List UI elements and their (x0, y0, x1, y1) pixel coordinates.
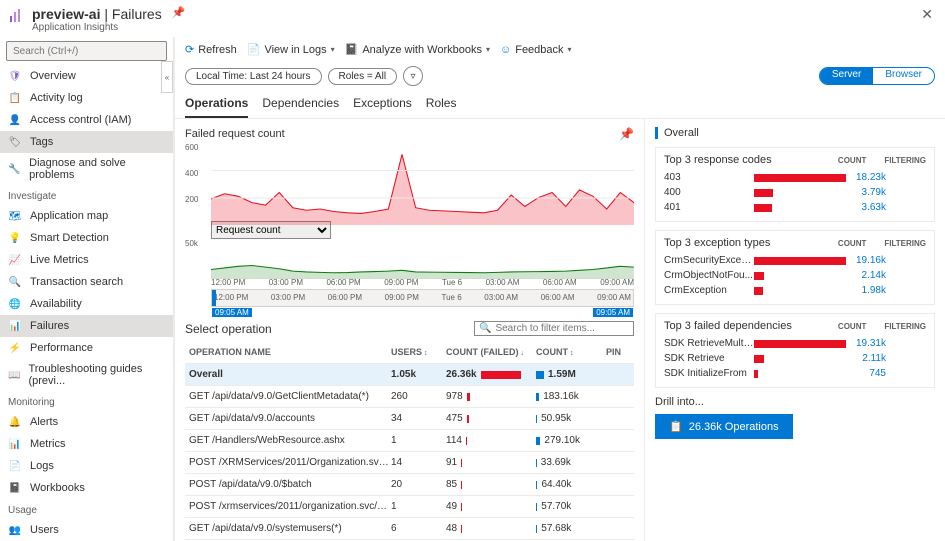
chart-title: Failed request count (185, 128, 285, 140)
tab-operations[interactable]: Operations (185, 90, 248, 118)
nav-icon: ⚡ (8, 341, 22, 355)
nav-group-monitoring: Monitoring (0, 391, 173, 411)
time-brush[interactable]: 09:05 AM 09:05 AM 12:00 PM03:00 PM06:00 … (211, 289, 634, 307)
drill-operations-button[interactable]: 📋26.36k Operations (655, 414, 793, 439)
nav-icon: 📊 (8, 319, 22, 333)
tab-exceptions[interactable]: Exceptions (353, 90, 412, 118)
nav-icon: 🔔 (8, 415, 22, 429)
time-filter-pill[interactable]: Local Time: Last 24 hours (185, 68, 322, 85)
metric-card: Top 3 response codesCOUNTFILTERING40318.… (655, 147, 935, 222)
nav-icon: 👤 (8, 113, 22, 127)
table-header[interactable]: OPERATION NAMEUSERS↕COUNT (FAILED)↓COUNT… (185, 340, 634, 364)
nav-icon: 🔍 (8, 275, 22, 289)
add-filter-icon[interactable]: ▿ (403, 66, 423, 86)
header-subtitle: Application Insights (32, 22, 162, 33)
feedback-button[interactable]: ☺Feedback▾ (500, 44, 572, 56)
operation-search[interactable]: 🔍 (474, 321, 634, 336)
header-title-suffix: Failures (112, 6, 162, 22)
nav-icon: 📊 (8, 437, 22, 451)
sidebar-search-input[interactable] (6, 41, 167, 61)
nav-group-investigate: Investigate (0, 185, 173, 205)
search-icon: 🔍 (479, 323, 491, 334)
sidebar-item-workbooks[interactable]: 📓Workbooks (0, 477, 173, 499)
server-browser-toggle[interactable]: Server Browser (819, 67, 935, 85)
sidebar-item-logs[interactable]: 📄Logs (0, 455, 173, 477)
roles-filter-pill[interactable]: Roles = All (328, 68, 398, 85)
table-row[interactable]: GET /api/data/v9.0/accounts3447550.95k (185, 408, 634, 430)
pin-icon[interactable]: 📌 (172, 6, 186, 19)
sidebar-item-transaction-search[interactable]: 🔍Transaction search (0, 271, 173, 293)
sidebar-item-tags[interactable]: 🏷Tags (0, 131, 173, 153)
collapse-sidebar-button[interactable]: « (161, 61, 173, 93)
sidebar-item-performance[interactable]: ⚡Performance (0, 337, 173, 359)
nav-icon: 📖 (8, 368, 20, 382)
table-row[interactable]: Overall1.05k26.36k1.59M (185, 364, 634, 386)
nav-icon: 🌐 (8, 297, 22, 311)
table-row[interactable]: GET /Handlers/WebResource.ashx1114279.10… (185, 430, 634, 452)
table-row[interactable]: GET /api/data/v9.0/GetClientMetadata(*)2… (185, 386, 634, 408)
sidebar-item-smart-detection[interactable]: 💡Smart Detection (0, 227, 173, 249)
table-row[interactable]: POST /XRMServices/2011/Organization.svc/… (185, 452, 634, 474)
metric-row[interactable]: CrmSecurityExcept...19.16k (664, 253, 926, 268)
close-icon[interactable]: ✕ (921, 6, 933, 23)
nav-icon: 🛡 (8, 69, 22, 83)
metric-row[interactable]: SDK Retrieve2.11k (664, 351, 926, 366)
select-operation-label: Select operation (185, 322, 272, 336)
metric-row[interactable]: 4003.79k (664, 185, 926, 200)
selected-operation-label: Overall (655, 127, 935, 139)
sidebar-item-metrics[interactable]: 📊Metrics (0, 433, 173, 455)
metric-card: Top 3 failed dependenciesCOUNTFILTERINGS… (655, 313, 935, 388)
sidebar-item-activity-log[interactable]: 📋Activity log (0, 87, 173, 109)
nav-icon: 📈 (8, 253, 22, 267)
nav-group-usage: Usage (0, 499, 173, 519)
metric-row[interactable]: SDK InitializeFrom745 (664, 366, 926, 381)
sidebar-item-live-metrics[interactable]: 📈Live Metrics (0, 249, 173, 271)
sidebar-item-alerts[interactable]: 🔔Alerts (0, 411, 173, 433)
nav-icon: 🏷 (8, 135, 22, 149)
nav-icon: 📄 (8, 459, 22, 473)
sidebar-item-overview[interactable]: 🛡Overview (0, 65, 173, 87)
tab-dependencies[interactable]: Dependencies (262, 90, 339, 118)
tab-roles[interactable]: Roles (426, 90, 457, 118)
sidebar-item-users[interactable]: 👥Users (0, 519, 173, 541)
metric-row[interactable]: 4013.63k (664, 200, 926, 215)
pin-chart-icon[interactable]: 📌 (619, 127, 634, 141)
drill-into-label: Drill into... (655, 396, 935, 408)
table-row[interactable]: POST /api/data/v9.0/$batch208564.40k (185, 474, 634, 496)
nav-icon: 📓 (8, 481, 22, 495)
sidebar-item-failures[interactable]: 📊Failures (0, 315, 173, 337)
metric-row[interactable]: CrmException1.98k (664, 283, 926, 298)
table-row[interactable]: POST /xrmservices/2011/organization.svc/… (185, 496, 634, 518)
metric-row[interactable]: SDK RetrieveMulti...19.31k (664, 336, 926, 351)
refresh-button[interactable]: ⟳Refresh (185, 43, 237, 56)
metric-card: Top 3 exception typesCOUNTFILTERINGCrmSe… (655, 230, 935, 305)
table-row[interactable]: GET /api/data/v9.0/systemusers(*)64857.6… (185, 518, 634, 540)
sidebar-item-troubleshooting-guides-previ-[interactable]: 📖Troubleshooting guides (previ... (0, 359, 173, 391)
nav-icon: 💡 (8, 231, 22, 245)
sidebar-item-access-control-iam-[interactable]: 👤Access control (IAM) (0, 109, 173, 131)
nav-icon: 👥 (8, 523, 22, 537)
nav-icon: 🔧 (8, 162, 21, 176)
request-count-chart (211, 239, 634, 279)
view-logs-button[interactable]: 📄View in Logs▾ (247, 43, 335, 56)
app-insights-icon (8, 8, 24, 24)
list-icon: 📋 (669, 420, 683, 433)
nav-icon: 🗺 (8, 209, 22, 223)
sidebar-item-diagnose-and-solve-problems[interactable]: 🔧Diagnose and solve problems (0, 153, 173, 185)
metric-row[interactable]: CrmObjectNotFou...2.14k (664, 268, 926, 283)
nav-icon: 📋 (8, 91, 22, 105)
failed-request-chart (211, 143, 634, 225)
sidebar-item-availability[interactable]: 🌐Availability (0, 293, 173, 315)
metric-row[interactable]: 40318.23k (664, 170, 926, 185)
header-title-prefix: preview-ai (32, 6, 100, 22)
analyze-button[interactable]: 📓Analyze with Workbooks▾ (345, 43, 490, 56)
sidebar-item-application-map[interactable]: 🗺Application map (0, 205, 173, 227)
